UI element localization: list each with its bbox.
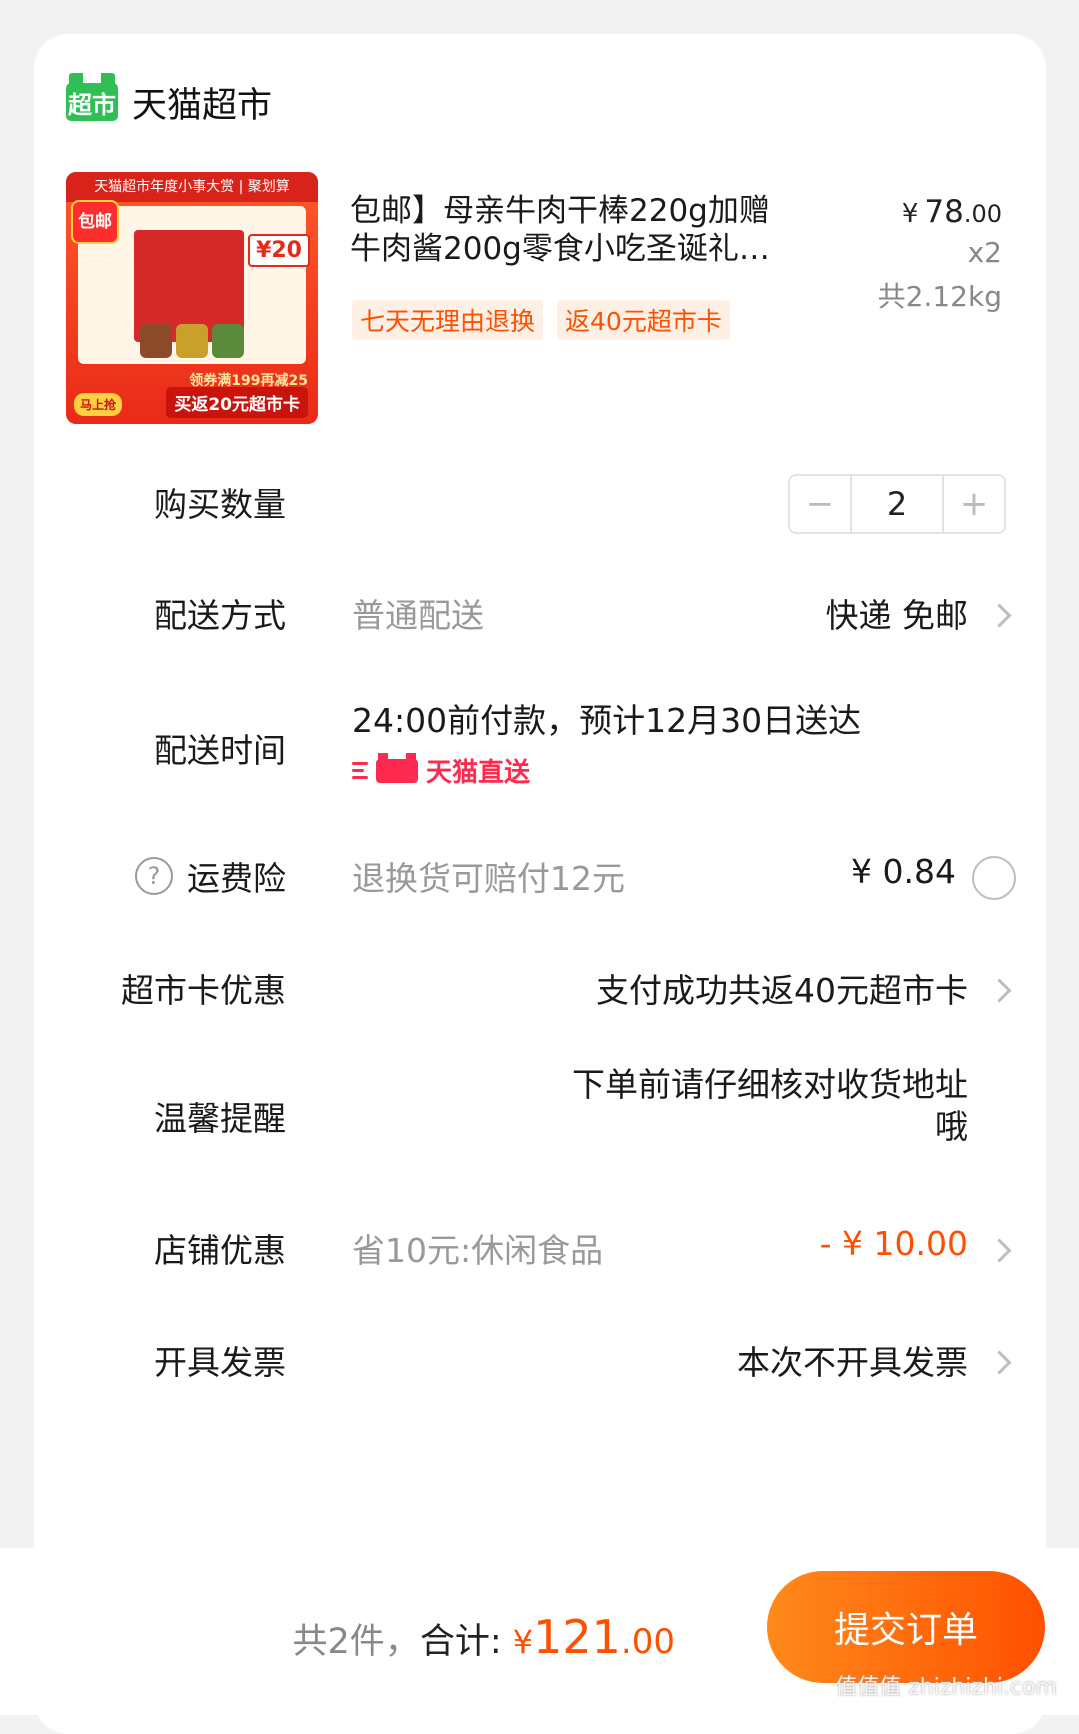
total-decimal: .00	[620, 1622, 675, 1662]
reminder-text: 下单前请仔细核对收货地址 哦	[572, 1064, 968, 1148]
price-block: ¥78.00 x2 共2.12kg	[878, 194, 1002, 315]
store-name: 天猫超市	[132, 85, 273, 126]
thumb-free-shipping-badge: 包邮	[71, 200, 119, 244]
order-card: 超市 天猫超市 天猫超市年度小事大赏 | 聚划算 包邮 ¥20 领券满199再减…	[34, 34, 1046, 1734]
shipping-insurance-row[interactable]: ? 运费险 退换货可赔付12元 ¥ 0.84	[34, 842, 1046, 912]
reminder-line-1: 下单前请仔细核对收货地址	[572, 1065, 968, 1104]
reminder-label: 温馨提醒	[154, 1099, 286, 1138]
tmall-direct-text: 天猫直送	[426, 758, 531, 788]
quantity-label: 购买数量	[154, 485, 286, 524]
help-icon[interactable]: ?	[135, 857, 173, 895]
product-title[interactable]: 包邮】母亲牛肉干棒220g加赠牛肉酱200g零食小吃圣诞礼…	[350, 192, 780, 268]
jar-image	[212, 324, 244, 358]
thumb-cashback-text: 买返20元超市卡	[166, 387, 308, 418]
shop-discount-value: - ¥ 10.00	[819, 1224, 968, 1263]
delivery-time-value: 24:00前付款，预计12月30日送达	[352, 701, 862, 740]
delivery-time-label: 配送时间	[154, 731, 286, 770]
thumb-top-banner: 天猫超市年度小事大赏 | 聚划算	[66, 172, 318, 202]
delivery-method-value: 快递 免邮	[825, 596, 969, 635]
quantity-multiplier: x2	[967, 236, 1002, 269]
tag-seven-day-return: 七天无理由退换	[352, 300, 544, 340]
card-discount-row[interactable]: 超市卡优惠 支付成功共返40元超市卡	[34, 954, 1046, 1024]
product-tags: 七天无理由退换 返40元超市卡	[352, 300, 730, 340]
tmall-cat-icon	[376, 752, 418, 783]
shipping-insurance-label: 运费险	[187, 859, 286, 898]
order-total: 共2件，合计: ¥121.00	[293, 1610, 675, 1664]
invoice-value: 本次不开具发票	[737, 1343, 968, 1382]
total-weight: 共2.12kg	[877, 280, 1002, 313]
reminder-line-2: 哦	[935, 1107, 968, 1146]
delivery-method-desc: 普通配送	[352, 596, 484, 635]
delivery-time-row: 配送时间 24:00前付款，预计12月30日送达	[34, 694, 1046, 804]
shop-discount-desc: 省10元:休闲食品	[352, 1231, 604, 1270]
invoice-row[interactable]: 开具发票 本次不开具发票	[34, 1326, 1046, 1396]
reminder-row: 温馨提醒 下单前请仔细核对收货地址 哦	[34, 1064, 1046, 1164]
shipping-insurance-radio[interactable]	[972, 856, 1016, 900]
invoice-label: 开具发票	[154, 1343, 286, 1382]
price-integer: 78	[924, 194, 964, 230]
checkout-bar: 共2件，合计: ¥121.00 提交订单 值值值 zhizhizhi.com	[0, 1548, 1079, 1715]
thumb-price-tag: ¥20	[248, 234, 310, 267]
store-header[interactable]: 超市 天猫超市	[66, 73, 273, 130]
shop-discount-row[interactable]: 店铺优惠 省10元:休闲食品 - ¥ 10.00	[34, 1214, 1046, 1284]
tag-card-cashback: 返40元超市卡	[557, 300, 730, 340]
shipping-insurance-price: ¥ 0.84	[851, 852, 956, 891]
delivery-method-label: 配送方式	[154, 596, 286, 635]
total-integer: 121	[533, 1610, 621, 1664]
shipping-insurance-desc: 退换货可赔付12元	[352, 859, 625, 898]
price-decimal: .00	[963, 200, 1002, 228]
card-discount-value: 支付成功共返40元超市卡	[596, 971, 968, 1010]
jar-image	[140, 324, 172, 358]
chevron-right-icon	[987, 1350, 1012, 1375]
quantity-value[interactable]: 2	[850, 476, 944, 532]
total-label: 合计:	[419, 1622, 502, 1662]
product-thumbnail[interactable]: 天猫超市年度小事大赏 | 聚划算 包邮 ¥20 领券满199再减25 买返20元…	[66, 172, 318, 424]
decrement-button[interactable]: −	[790, 476, 850, 532]
shop-discount-label: 店铺优惠	[154, 1231, 286, 1270]
speed-lines-icon	[352, 762, 368, 779]
total-currency: ¥	[512, 1623, 534, 1661]
tmall-direct-badge: 天猫直送	[352, 752, 530, 789]
site-watermark: 值值值 zhizhizhi.com	[835, 1675, 1057, 1700]
currency-symbol: ¥	[901, 199, 919, 229]
tmall-supermarket-logo: 超市	[66, 73, 118, 121]
item-count: 共2件，	[292, 1622, 420, 1662]
shipping-insurance-label-group: ? 运费险	[135, 852, 286, 900]
increment-button[interactable]: +	[944, 476, 1004, 532]
unit-price: ¥78.00	[878, 194, 1002, 230]
thumb-grab-now: 马上抢	[74, 393, 123, 416]
chevron-right-icon	[987, 603, 1012, 628]
delivery-method-row[interactable]: 配送方式 普通配送 快递 免邮	[34, 579, 1046, 649]
card-discount-label: 超市卡优惠	[121, 971, 286, 1010]
jar-image	[176, 324, 208, 358]
chevron-right-icon	[987, 1238, 1012, 1263]
quantity-stepper[interactable]: − 2 +	[788, 474, 1006, 534]
chevron-right-icon	[987, 978, 1012, 1003]
submit-order-button[interactable]: 提交订单	[767, 1571, 1045, 1683]
